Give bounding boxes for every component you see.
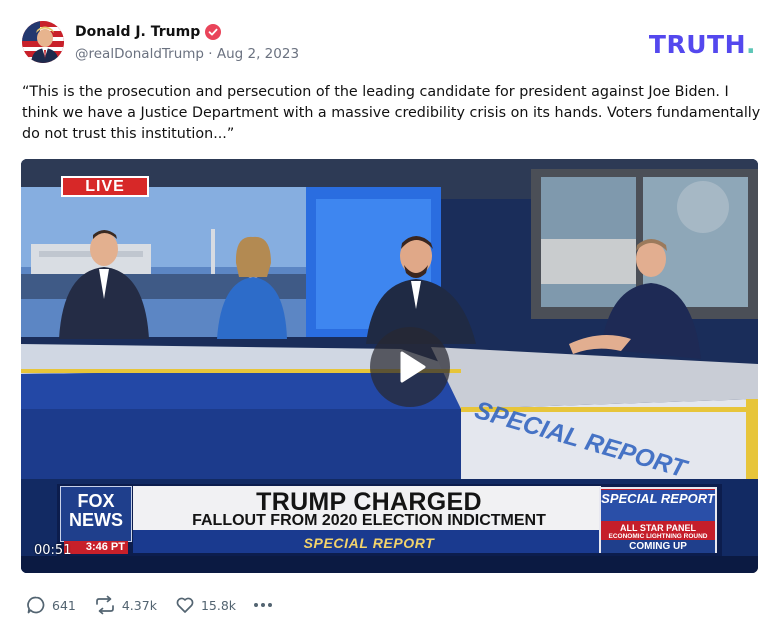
live-badge: LIVE — [61, 176, 149, 197]
chyron-show-name: SPECIAL REPORT — [303, 535, 435, 551]
more-dot — [254, 603, 259, 607]
play-icon — [400, 351, 426, 383]
retruth-icon — [96, 595, 114, 615]
like-button[interactable]: 15.8k — [175, 595, 236, 615]
author-name[interactable]: Donald J. Trump — [75, 24, 200, 40]
like-count: 15.8k — [200, 597, 237, 613]
video-player[interactable]: LIVE SPECIAL REPORT FOX NEWS 3:46 PT TRU… — [21, 159, 758, 573]
retruth-button[interactable]: 4.37k — [94, 595, 157, 615]
truth-post: Donald J. Trump @realDonaldTrump · Aug 2… — [0, 0, 778, 636]
reply-count: 641 — [52, 597, 76, 613]
post-text: “This is the prosecution and persecution… — [22, 84, 761, 142]
network-logo: FOX NEWS — [60, 486, 132, 542]
heart-icon — [176, 597, 194, 613]
avatar[interactable] — [22, 21, 64, 63]
reply-button[interactable]: 641 — [26, 595, 76, 615]
verified-badge-icon — [205, 24, 222, 40]
truth-logo-dot: . — [746, 30, 756, 59]
more-dot — [268, 603, 273, 607]
promo-box: SPECIAL REPORT ALL STAR PANEL ECONOMIC L… — [599, 487, 717, 553]
broadcast-clock: 3:46 PT — [64, 541, 128, 554]
truth-logo-text: TRUTH — [648, 30, 746, 59]
post-author: Donald J. Trump @realDonaldTrump · Aug 2… — [75, 22, 299, 62]
promo-title: SPECIAL REPORT — [601, 490, 715, 521]
chyron-subheadline: FALLOUT FROM 2020 ELECTION INDICTMENT — [192, 512, 546, 529]
truth-logo[interactable]: TRUTH. — [649, 30, 756, 59]
promo-line2: ECONOMIC LIGHTNING ROUND — [608, 533, 708, 540]
network-logo-line2: NEWS — [69, 510, 123, 530]
video-timestamp: 00:51 — [34, 543, 72, 558]
more-dot — [261, 603, 266, 607]
handle-and-date[interactable]: @realDonaldTrump · Aug 2, 2023 — [75, 46, 299, 62]
network-logo-line1: FOX — [77, 491, 115, 511]
reply-icon — [27, 596, 45, 614]
play-button[interactable] — [370, 327, 450, 407]
promo-line3: COMING UP — [601, 540, 715, 553]
more-icon[interactable] — [254, 595, 273, 615]
retruth-count: 4.37k — [121, 597, 157, 613]
action-bar: 641 4.37k 15.8k — [26, 594, 273, 616]
promo-line1: ALL STAR PANEL — [620, 523, 696, 533]
author-name-row: Donald J. Trump — [75, 22, 299, 42]
